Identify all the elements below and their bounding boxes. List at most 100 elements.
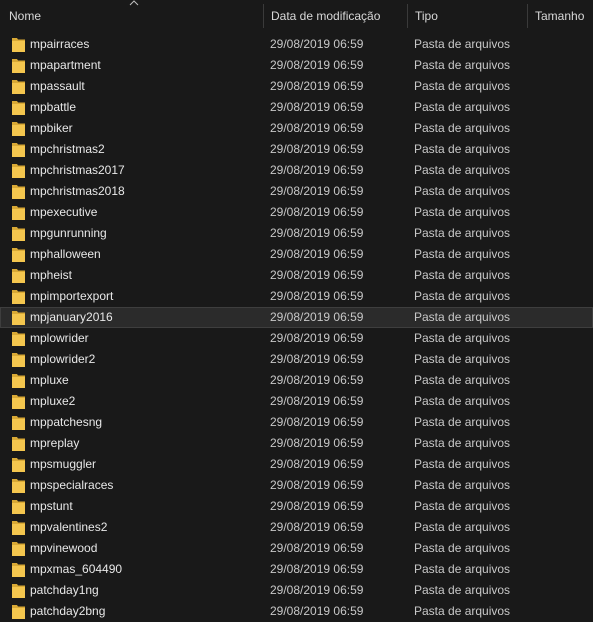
folder-icon bbox=[12, 101, 25, 115]
file-name: mpbattle bbox=[30, 100, 77, 114]
file-row[interactable]: mpapartment 29/08/2019 06:59 Pasta de arqu… bbox=[0, 55, 593, 76]
file-row[interactable]: patchday2bng 29/08/2019 06:59 Pasta de arq… bbox=[0, 601, 593, 622]
file-name: mpbiker bbox=[30, 121, 73, 135]
file-row[interactable]: mphalloween 29/08/2019 06:59 Pasta de arqu… bbox=[0, 244, 593, 265]
file-date-modified: 29/08/2019 06:59 bbox=[270, 499, 364, 513]
folder-icon bbox=[12, 521, 25, 535]
file-name: mpgunrunning bbox=[30, 226, 107, 240]
file-row[interactable]: mpairraces 29/08/2019 06:59 Pasta de arqui… bbox=[0, 34, 593, 55]
file-type: Pasta de arquivos bbox=[414, 163, 511, 177]
file-date-modified: 29/08/2019 06:59 bbox=[270, 205, 364, 219]
file-name: mpchristmas2018 bbox=[30, 184, 125, 198]
file-name: mpsmuggler bbox=[30, 457, 97, 471]
file-date-modified: 29/08/2019 06:59 bbox=[270, 604, 364, 618]
file-type: Pasta de arquivos bbox=[414, 226, 511, 240]
folder-icon bbox=[12, 248, 25, 262]
file-name: mpassault bbox=[30, 79, 85, 93]
file-type: Pasta de arquivos bbox=[414, 142, 511, 156]
file-name: mpchristmas2017 bbox=[30, 163, 125, 177]
folder-icon bbox=[12, 542, 25, 556]
folder-icon bbox=[12, 437, 25, 451]
file-row[interactable]: mpexecutive 29/08/2019 06:59 Pasta de arqu… bbox=[0, 202, 593, 223]
file-row[interactable]: mpheist 29/08/2019 06:59 Pasta de arquivos bbox=[0, 265, 593, 286]
file-row[interactable]: mpvalentines2 29/08/2019 06:59 Pasta de ar… bbox=[0, 517, 593, 538]
file-name: mpimportexport bbox=[30, 289, 114, 303]
file-row[interactable]: mpgunrunning 29/08/2019 06:59 Pasta de arq… bbox=[0, 223, 593, 244]
file-row[interactable]: mpvinewood 29/08/2019 06:59 Pasta de arqui… bbox=[0, 538, 593, 559]
file-date-modified: 29/08/2019 06:59 bbox=[270, 310, 364, 324]
file-type: Pasta de arquivos bbox=[414, 604, 511, 618]
file-type: Pasta de arquivos bbox=[414, 184, 511, 198]
file-type: Pasta de arquivos bbox=[414, 79, 511, 93]
file-date-modified: 29/08/2019 06:59 bbox=[270, 562, 364, 576]
file-type: Pasta de arquivos bbox=[414, 520, 511, 534]
file-type: Pasta de arquivos bbox=[414, 100, 511, 114]
file-date-modified: 29/08/2019 06:59 bbox=[270, 58, 364, 72]
file-row[interactable]: mpimportexport 29/08/2019 06:59 Pasta de a… bbox=[0, 286, 593, 307]
file-row[interactable]: mpsmuggler 29/08/2019 06:59 Pasta de arqui… bbox=[0, 454, 593, 475]
file-name: mphalloween bbox=[30, 247, 101, 261]
file-type: Pasta de arquivos bbox=[414, 121, 511, 135]
file-date-modified: 29/08/2019 06:59 bbox=[270, 289, 364, 303]
file-type: Pasta de arquivos bbox=[414, 478, 511, 492]
file-type: Pasta de arquivos bbox=[414, 499, 511, 513]
file-name: patchday2bng bbox=[30, 604, 106, 618]
folder-icon bbox=[12, 563, 25, 577]
column-header-date-modified[interactable]: Data de modificação bbox=[263, 4, 407, 28]
file-date-modified: 29/08/2019 06:59 bbox=[270, 247, 364, 261]
column-header-size[interactable]: Tamanho bbox=[527, 4, 593, 28]
file-row[interactable]: mpchristmas2017 29/08/2019 06:59 Pasta de … bbox=[0, 160, 593, 181]
folder-icon bbox=[12, 185, 25, 199]
column-header-bar: Nome Data de modificação Tipo Tamanho bbox=[0, 0, 593, 32]
file-row[interactable]: mpjanuary2016 29/08/2019 06:59 Pasta de ar… bbox=[0, 307, 593, 328]
file-date-modified: 29/08/2019 06:59 bbox=[270, 373, 364, 387]
file-row[interactable]: mpassault 29/08/2019 06:59 Pasta de arquiv… bbox=[0, 76, 593, 97]
file-row[interactable]: mpreplay 29/08/2019 06:59 Pasta de arquivo… bbox=[0, 433, 593, 454]
folder-icon bbox=[12, 416, 25, 430]
folder-icon bbox=[12, 500, 25, 514]
folder-icon bbox=[12, 206, 25, 220]
file-date-modified: 29/08/2019 06:59 bbox=[270, 184, 364, 198]
file-type: Pasta de arquivos bbox=[414, 331, 511, 345]
column-header-name[interactable]: Nome bbox=[0, 4, 263, 28]
file-type: Pasta de arquivos bbox=[414, 457, 511, 471]
file-type: Pasta de arquivos bbox=[414, 289, 511, 303]
file-date-modified: 29/08/2019 06:59 bbox=[270, 352, 364, 366]
folder-icon bbox=[12, 332, 25, 346]
file-row[interactable]: mpspecialraces 29/08/2019 06:59 Pasta de a… bbox=[0, 475, 593, 496]
file-row[interactable]: mpstunt 29/08/2019 06:59 Pasta de arquivos bbox=[0, 496, 593, 517]
file-type: Pasta de arquivos bbox=[414, 373, 511, 387]
file-type: Pasta de arquivos bbox=[414, 562, 511, 576]
file-type: Pasta de arquivos bbox=[414, 268, 511, 282]
column-header-type[interactable]: Tipo bbox=[407, 4, 527, 28]
file-row[interactable]: mpchristmas2 29/08/2019 06:59 Pasta de arq… bbox=[0, 139, 593, 160]
file-type: Pasta de arquivos bbox=[414, 541, 511, 555]
file-row[interactable]: mplowrider 29/08/2019 06:59 Pasta de arqui… bbox=[0, 328, 593, 349]
file-row[interactable]: mplowrider2 29/08/2019 06:59 Pasta de arqu… bbox=[0, 349, 593, 370]
file-type: Pasta de arquivos bbox=[414, 205, 511, 219]
file-row[interactable]: mpluxe2 29/08/2019 06:59 Pasta de arquivos bbox=[0, 391, 593, 412]
file-row[interactable]: mpxmas_604490 29/08/2019 06:59 Pasta de ar… bbox=[0, 559, 593, 580]
file-type: Pasta de arquivos bbox=[414, 37, 511, 51]
file-row[interactable]: mppatchesng 29/08/2019 06:59 Pasta de arqu… bbox=[0, 412, 593, 433]
file-list: mpairraces 29/08/2019 06:59 Pasta de arqui… bbox=[0, 34, 593, 622]
file-row[interactable]: mpbattle 29/08/2019 06:59 Pasta de arquivo… bbox=[0, 97, 593, 118]
folder-icon bbox=[12, 290, 25, 304]
file-date-modified: 29/08/2019 06:59 bbox=[270, 163, 364, 177]
file-type: Pasta de arquivos bbox=[414, 415, 511, 429]
folder-icon bbox=[12, 59, 25, 73]
file-date-modified: 29/08/2019 06:59 bbox=[270, 100, 364, 114]
file-date-modified: 29/08/2019 06:59 bbox=[270, 520, 364, 534]
file-name: mplowrider bbox=[30, 331, 89, 345]
file-date-modified: 29/08/2019 06:59 bbox=[270, 79, 364, 93]
file-name: mpjanuary2016 bbox=[30, 310, 113, 324]
file-row[interactable]: patchday1ng 29/08/2019 06:59 Pasta de arqu… bbox=[0, 580, 593, 601]
file-row[interactable]: mpbiker 29/08/2019 06:59 Pasta de arquivos bbox=[0, 118, 593, 139]
file-name: mpreplay bbox=[30, 436, 80, 450]
file-date-modified: 29/08/2019 06:59 bbox=[270, 121, 364, 135]
file-row[interactable]: mpluxe 29/08/2019 06:59 Pasta de arquivos bbox=[0, 370, 593, 391]
file-row[interactable]: mpchristmas2018 29/08/2019 06:59 Pasta de … bbox=[0, 181, 593, 202]
file-name: mplowrider2 bbox=[30, 352, 96, 366]
folder-icon bbox=[12, 353, 25, 367]
file-name: mppatchesng bbox=[30, 415, 103, 429]
